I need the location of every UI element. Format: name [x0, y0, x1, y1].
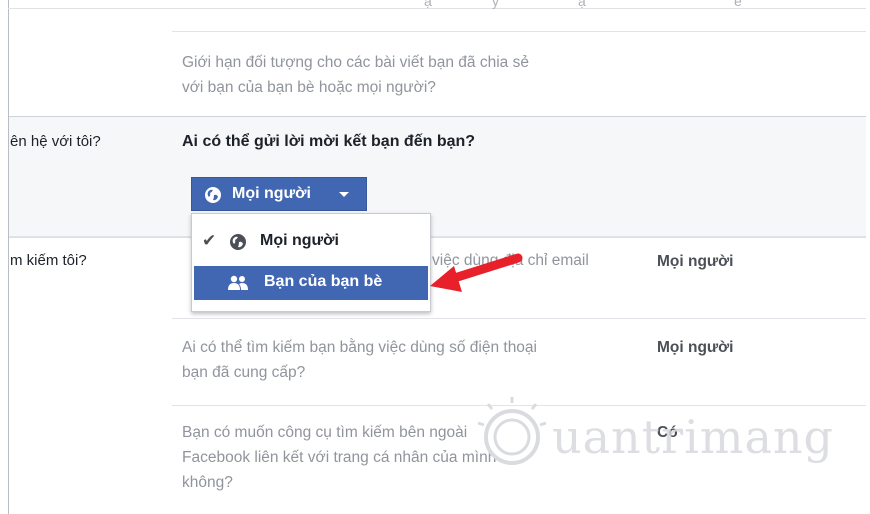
audience-button-label: Mọi người	[232, 185, 311, 202]
watermark-text: uantrimang	[552, 410, 834, 464]
chevron-down-icon	[339, 192, 349, 197]
row-divider	[172, 31, 866, 32]
text-fragment: ạ	[578, 0, 586, 9]
limit-past-question-line2: với bạn của bạn bè hoặc mọi người?	[182, 79, 436, 96]
menu-item-everyone[interactable]: ✔ Mọi người	[192, 226, 430, 258]
menu-item-everyone-label: Mọi người	[260, 232, 339, 249]
text-fragment: ạ	[424, 0, 432, 9]
contact-section-label: ên hệ với tôi?	[10, 133, 101, 150]
search-phone-value[interactable]: Mọi người	[657, 339, 733, 357]
search-engine-question-line2: Facebook liên kết với trang cá nhân của …	[182, 449, 497, 466]
red-arrow-annotation	[430, 253, 523, 292]
search-email-value[interactable]: Mọi người	[657, 253, 733, 271]
search-phone-question-line1: Ai có thể tìm kiếm bạn bằng việc dùng số…	[182, 339, 537, 356]
search-engine-question-line1: Bạn có muốn công cụ tìm kiếm bên ngoài	[182, 424, 468, 441]
audience-dropdown-button[interactable]: Mọi người	[191, 177, 367, 211]
text-fragment: ỳ	[492, 0, 499, 9]
globe-icon	[229, 233, 247, 256]
friend-request-question: Ai có thể gửi lời mời kết bạn đến bạn?	[182, 133, 476, 150]
watermark-logo-icon	[477, 397, 547, 465]
globe-icon	[204, 186, 222, 209]
friends-icon	[227, 275, 249, 296]
search-phone-question-line2: bạn đã cung cấp?	[182, 364, 306, 381]
search-engine-question-line3: không?	[182, 474, 233, 491]
checkmark-icon: ✔	[202, 231, 217, 250]
limit-past-question-line1: Giới hạn đối tượng cho các bài viết bạn …	[182, 54, 529, 71]
row-divider	[9, 236, 866, 237]
text-fragment: ẻ	[734, 0, 742, 9]
row-divider	[172, 318, 866, 319]
menu-item-friends-of-friends-label: Bạn của bạn bè	[264, 273, 383, 290]
search-section-label: m kiếm tôi?	[10, 252, 87, 269]
audience-dropdown-menu: ✔ Mọi người Bạn của bạn bè	[191, 213, 431, 312]
menu-item-friends-of-friends[interactable]: Bạn của bạn bè	[194, 266, 428, 300]
previous-row-remnant: ạ ỳ ạ ẻ	[8, 0, 866, 9]
